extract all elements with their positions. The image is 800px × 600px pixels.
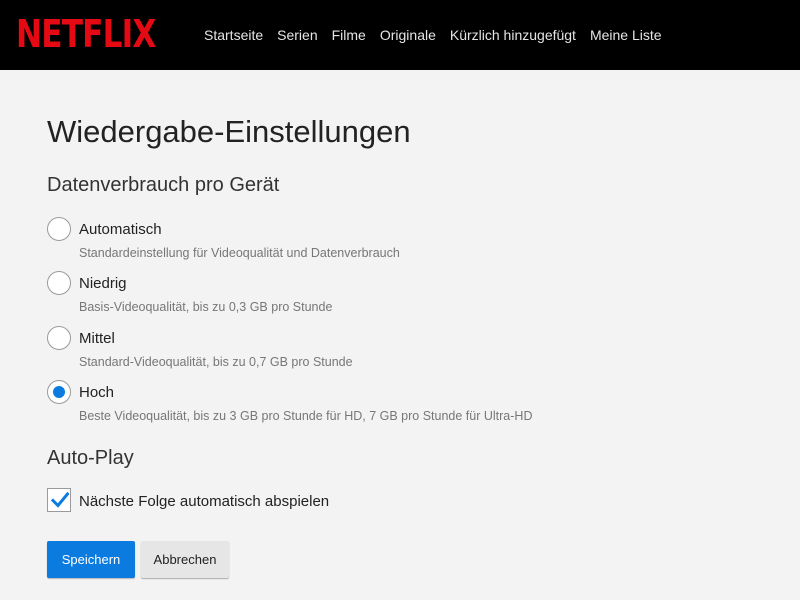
radio-hoch[interactable] [47, 380, 71, 404]
option-description: Standardeinstellung für Videoqualität un… [79, 246, 400, 260]
option-label[interactable]: Mittel [79, 330, 115, 347]
main-nav: Startseite Serien Filme Originale Kürzli… [204, 27, 676, 43]
option-description: Beste Videoqualität, bis zu 3 GB pro Stu… [79, 409, 533, 423]
option-label[interactable]: Niedrig [79, 275, 127, 292]
next-episode-label[interactable]: Nächste Folge automatisch abspielen [79, 493, 329, 510]
option-description: Basis-Videoqualität, bis zu 0,3 GB pro S… [79, 300, 333, 314]
option-label[interactable]: Automatisch [79, 221, 162, 238]
nav-item-serien[interactable]: Serien [277, 27, 317, 43]
option-mittel[interactable]: Mittel Standard-Videoqualität, bis zu 0,… [47, 326, 727, 374]
radio-niedrig[interactable] [47, 271, 71, 295]
option-niedrig[interactable]: Niedrig Basis-Videoqualität, bis zu 0,3 … [47, 271, 727, 319]
option-hoch[interactable]: Hoch Beste Videoqualität, bis zu 3 GB pr… [47, 380, 727, 428]
radio-mittel[interactable] [47, 326, 71, 350]
nav-item-kuerzlich-hinzugefuegt[interactable]: Kürzlich hinzugefügt [450, 27, 576, 43]
cancel-button[interactable]: Abbrechen [141, 541, 229, 578]
top-navigation-bar: NETFLIX Startseite Serien Filme Original… [0, 0, 800, 70]
data-usage-heading: Datenverbrauch pro Gerät [47, 174, 280, 196]
checkmark-icon [51, 491, 69, 508]
radio-automatisch[interactable] [47, 217, 71, 241]
save-button[interactable]: Speichern [47, 541, 135, 578]
netflix-logo[interactable]: NETFLIX [16, 12, 156, 56]
nav-item-filme[interactable]: Filme [332, 27, 366, 43]
page-title: Wiedergabe-Einstellungen [47, 114, 411, 149]
nav-item-meine-liste[interactable]: Meine Liste [590, 27, 662, 43]
nav-item-startseite[interactable]: Startseite [204, 27, 263, 43]
autoplay-heading: Auto-Play [47, 447, 134, 469]
option-description: Standard-Videoqualität, bis zu 0,7 GB pr… [79, 355, 353, 369]
option-automatisch[interactable]: Automatisch Standardeinstellung für Vide… [47, 217, 727, 265]
option-label[interactable]: Hoch [79, 384, 114, 401]
nav-item-originale[interactable]: Originale [380, 27, 436, 43]
next-episode-checkbox[interactable] [47, 488, 71, 512]
